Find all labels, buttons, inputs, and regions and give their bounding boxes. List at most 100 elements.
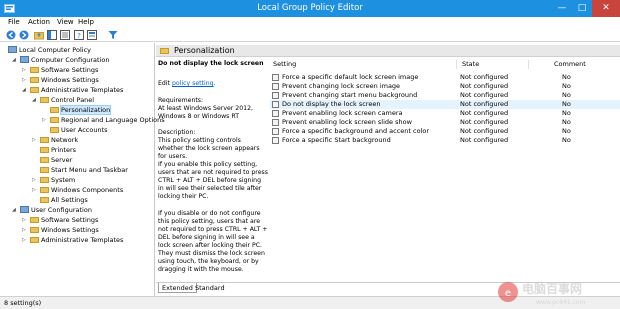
folder-icon [40, 167, 49, 173]
tree-node-printers[interactable]: Printers [40, 146, 76, 155]
folder-icon [30, 227, 39, 233]
table-row-selected[interactable]: Do not display the lock screen Not config… [270, 100, 620, 109]
policy-setting-icon [272, 92, 279, 99]
tree-node-user-config[interactable]: ◢ User Configuration [12, 206, 92, 215]
column-separator[interactable] [528, 60, 529, 69]
tree-node-personalization[interactable]: Personalization [50, 105, 112, 115]
tree-node-all-settings[interactable]: All Settings [40, 196, 88, 205]
column-separator[interactable] [456, 60, 457, 69]
menu-help[interactable]: Help [78, 18, 94, 26]
description-pane: Do not display the lock screen Edit poli… [158, 60, 268, 280]
tab-standard[interactable]: Standard [192, 283, 228, 293]
folder-icon [40, 157, 49, 163]
back-icon[interactable] [6, 30, 16, 40]
content-title: Personalization [174, 46, 235, 55]
settings-list: Setting State Comment Force a specific d… [270, 60, 620, 280]
folder-icon [30, 77, 39, 83]
folder-icon [30, 237, 39, 243]
status-text: 8 setting(s) [4, 299, 42, 307]
tree-node-network[interactable]: ▷ Network [32, 136, 78, 145]
collapse-arrow-icon[interactable]: ◢ [12, 206, 16, 215]
tree-node-user-software-settings[interactable]: ▷ Software Settings [22, 216, 98, 225]
column-header-state[interactable]: State [462, 60, 479, 69]
column-header-setting[interactable]: Setting [273, 60, 296, 69]
watermark-logo: e 电脑百事网 www.pc841.com [498, 281, 586, 306]
folder-icon [40, 177, 49, 183]
content-header: Personalization [156, 45, 620, 57]
tree-node-software-settings[interactable]: ▷ Software Settings [22, 66, 98, 75]
description-heading: Do not display the lock screen [158, 60, 264, 67]
menu-file[interactable]: File [8, 18, 20, 26]
table-row[interactable]: Prevent enabling lock screen slide show N… [270, 118, 620, 127]
tree-node-user-accounts[interactable]: User Accounts [50, 126, 108, 135]
expand-arrow-icon[interactable]: ▷ [32, 186, 36, 195]
folder-icon [30, 87, 39, 93]
menu-bar: File Action View Help [0, 17, 620, 28]
table-row[interactable]: Prevent enabling lock screen camera Not c… [270, 109, 620, 118]
menu-action[interactable]: Action [28, 18, 50, 26]
computer-icon [20, 56, 29, 63]
edit-policy-link[interactable]: policy setting [172, 80, 214, 87]
table-row[interactable]: Force a specific default lock screen ima… [270, 73, 620, 82]
menu-view[interactable]: View [57, 18, 74, 26]
minimize-button[interactable]: — [552, 0, 572, 17]
folder-icon [40, 137, 49, 143]
expand-arrow-icon[interactable]: ▷ [32, 176, 36, 185]
svg-text:电脑百事网: 电脑百事网 [522, 281, 582, 296]
computer-policy-icon [8, 46, 17, 53]
tree-node-server[interactable]: Server [40, 156, 72, 165]
tree-node-computer-config[interactable]: ◢ Computer Configuration [12, 56, 109, 65]
folder-up-icon[interactable] [34, 30, 44, 40]
tree-node-user-windows-settings[interactable]: ▷ Windows Settings [22, 226, 99, 235]
table-row[interactable]: Prevent changing start menu background No… [270, 91, 620, 100]
expand-arrow-icon[interactable]: ▷ [22, 226, 26, 235]
svg-text:www.pc841.com: www.pc841.com [536, 299, 586, 306]
policy-setting-icon [272, 83, 279, 90]
policy-setting-icon [272, 74, 279, 81]
tree-node-windows-settings[interactable]: ▷ Windows Settings [22, 76, 99, 85]
requirements-text: At least Windows Server 2012, Windows 8 … [158, 105, 254, 120]
folder-icon [160, 48, 169, 54]
edit-line: Edit policy setting. [158, 80, 216, 87]
filter-icon[interactable] [108, 30, 118, 40]
forward-icon[interactable] [19, 30, 29, 40]
table-row[interactable]: Force a specific Start background Not con… [270, 136, 620, 145]
description-text: This policy setting controls whether the… [158, 137, 260, 160]
tree-node-windows-components[interactable]: ▷ Windows Components [32, 186, 123, 195]
maximize-button[interactable]: □ [572, 0, 592, 17]
policy-setting-icon [272, 137, 279, 144]
folder-icon [50, 127, 59, 133]
tree-node-root[interactable]: Local Computer Policy [8, 46, 91, 55]
expand-arrow-icon[interactable]: ▷ [22, 236, 26, 245]
expand-arrow-icon[interactable]: ▷ [22, 66, 26, 75]
policy-setting-icon [272, 101, 279, 108]
table-row[interactable]: Force a specific background and accent c… [270, 127, 620, 136]
help-icon[interactable]: ? [74, 30, 84, 40]
navigation-tree: Local Computer Policy ◢ Computer Configur… [0, 43, 165, 296]
expand-arrow-icon[interactable]: ▷ [42, 116, 46, 125]
collapse-arrow-icon[interactable]: ◢ [22, 86, 26, 95]
expand-arrow-icon[interactable]: ▷ [22, 216, 26, 225]
title-bar[interactable]: Local Group Policy Editor — □ ✕ [0, 0, 620, 17]
folder-open-icon [40, 97, 49, 103]
close-button[interactable]: ✕ [592, 0, 620, 17]
expand-arrow-icon[interactable]: ▷ [32, 136, 36, 145]
tree-node-admin-templates[interactable]: ◢ Administrative Templates [22, 86, 123, 95]
tree-node-start-menu[interactable]: Start Menu and Taskbar [40, 166, 128, 175]
tree-node-control-panel[interactable]: ◢ Control Panel [32, 96, 94, 105]
properties-icon[interactable] [87, 30, 97, 40]
requirements-label: Requirements: [158, 97, 204, 104]
toolbar: ? [0, 28, 620, 42]
tree-node-regional[interactable]: ▷ Regional and Language Options [42, 116, 165, 125]
folder-icon [40, 197, 49, 203]
collapse-arrow-icon[interactable]: ◢ [32, 96, 36, 105]
tree-node-system[interactable]: ▷ System [32, 176, 75, 185]
collapse-arrow-icon[interactable]: ◢ [12, 56, 16, 65]
column-header-comment[interactable]: Comment [554, 60, 586, 69]
table-row[interactable]: Prevent changing lock screen image Not co… [270, 82, 620, 91]
expand-arrow-icon[interactable]: ▷ [22, 76, 26, 85]
show-hide-tree-icon[interactable] [47, 30, 57, 40]
export-list-icon[interactable] [60, 30, 70, 40]
policy-setting-icon [272, 119, 279, 126]
tree-node-user-admin-templates[interactable]: ▷ Administrative Templates [22, 236, 123, 245]
